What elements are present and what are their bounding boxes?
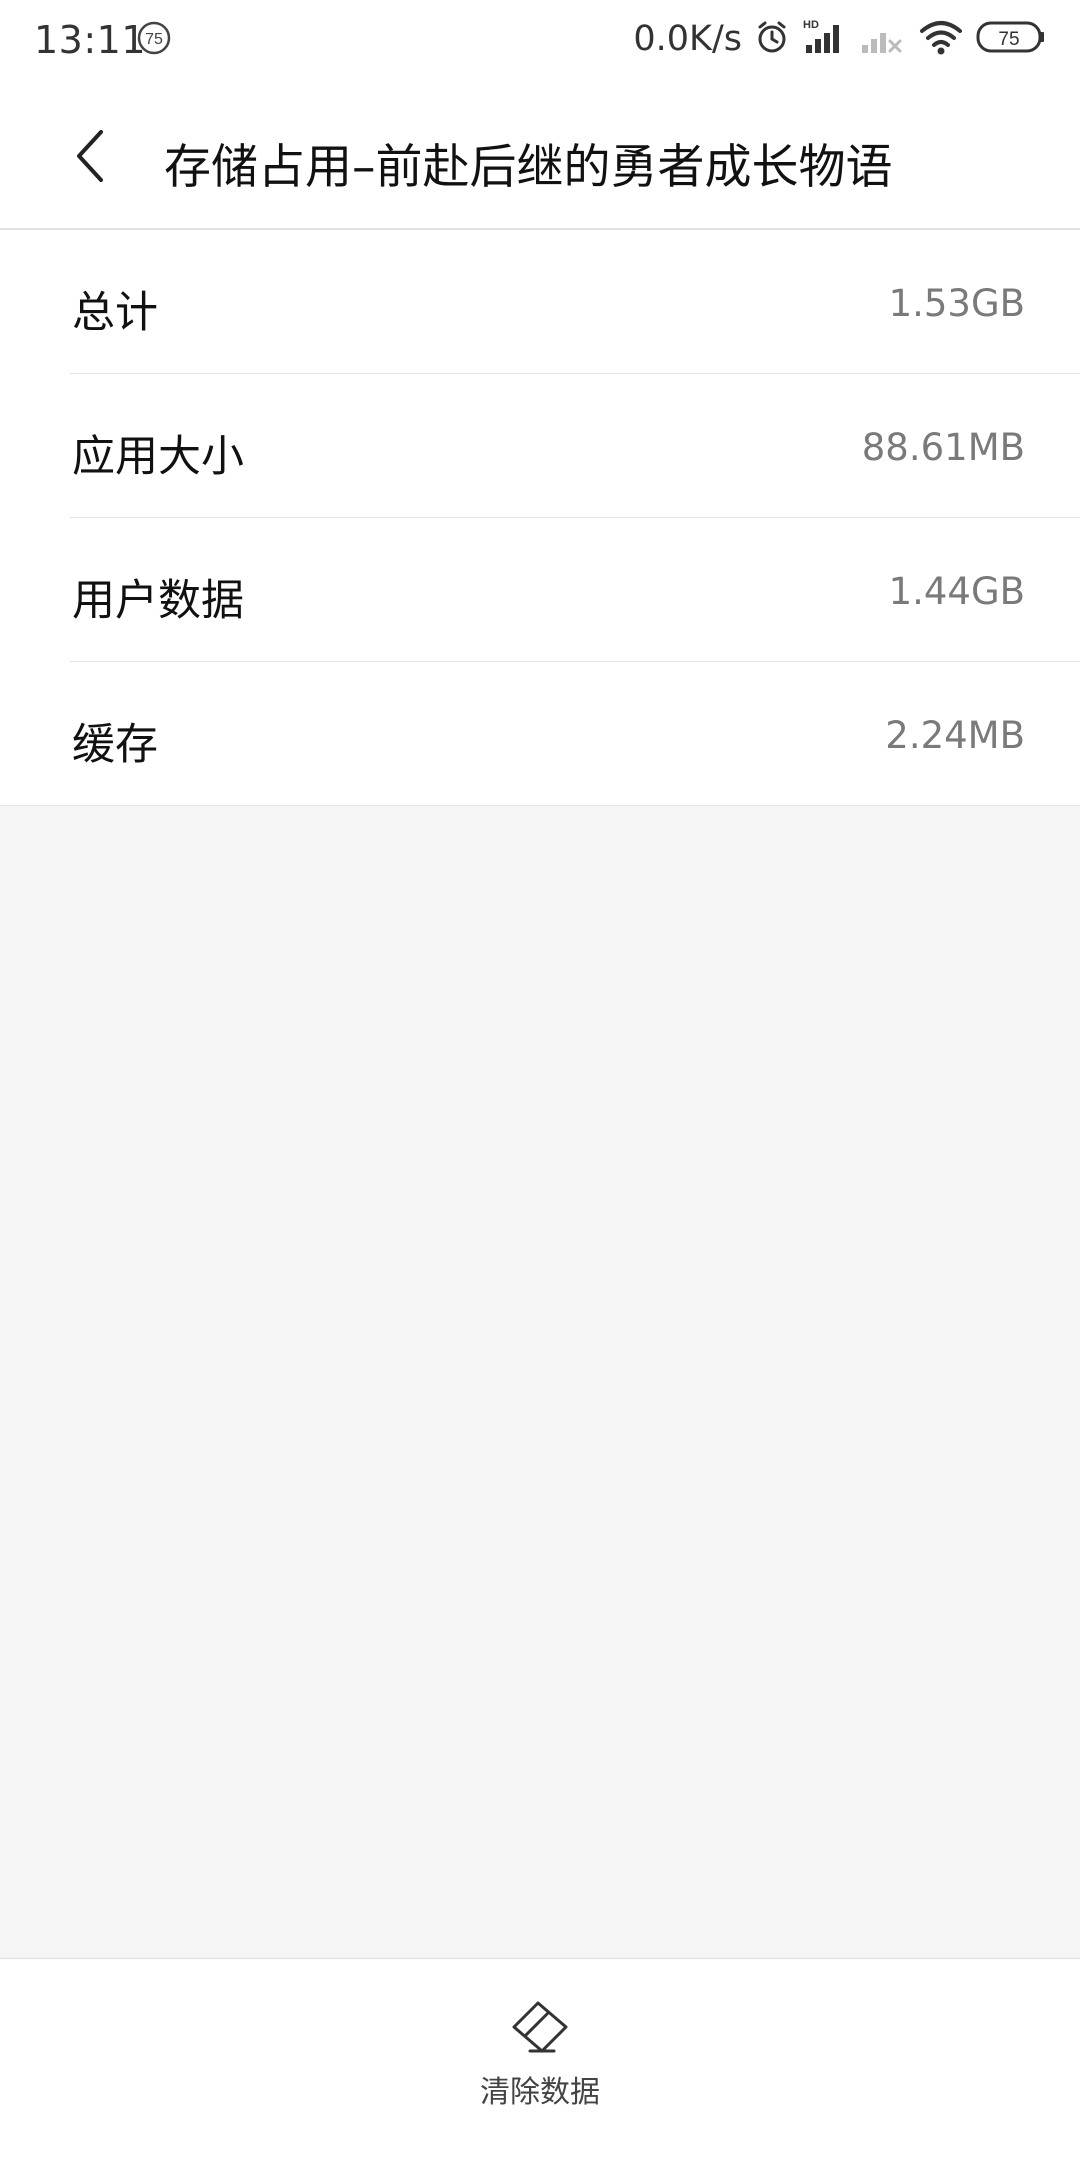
page-title: 存储占用–前赴后继的勇者成长物语 — [164, 140, 893, 195]
storage-row-label: 应用大小 — [72, 432, 244, 482]
storage-row-value: 1.53GB — [888, 282, 1025, 325]
notification-badge-count: 75 — [145, 31, 163, 48]
wifi-icon — [918, 17, 964, 61]
battery-level: 75 — [998, 29, 1019, 50]
storage-row-cache: 缓存 2.24MB — [0, 662, 1080, 806]
storage-row-value: 88.61MB — [861, 426, 1025, 469]
status-bar: 13:11 75 0.0K/s HD 75 — [0, 0, 1080, 80]
net-speed: 0.0K/s — [633, 19, 742, 59]
eraser-icon — [512, 2001, 568, 2053]
signal-hd-icon: HD — [802, 17, 848, 61]
clear-data-label: 清除数据 — [480, 2075, 600, 2110]
battery-icon: 75 — [976, 20, 1046, 58]
signal-no-service-icon — [860, 17, 906, 61]
back-button[interactable] — [56, 116, 126, 196]
title-bar: 存储占用–前赴后继的勇者成长物语 — [0, 80, 1080, 230]
storage-row-label: 缓存 — [72, 720, 158, 770]
signal-hd-label: HD — [803, 19, 819, 31]
storage-row-user-data: 用户数据 1.44GB — [0, 518, 1080, 662]
clear-data-button[interactable]: 清除数据 — [440, 1999, 640, 2119]
storage-row-total: 总计 1.53GB — [0, 230, 1080, 374]
chevron-left-icon — [77, 130, 103, 182]
bottom-action-bar: 清除数据 — [0, 1958, 1080, 2160]
storage-row-label: 总计 — [72, 288, 158, 338]
storage-row-value: 1.44GB — [888, 570, 1025, 613]
alarm-icon — [754, 19, 790, 59]
status-time: 13:11 — [34, 18, 147, 62]
storage-row-app-size: 应用大小 88.61MB — [0, 374, 1080, 518]
storage-row-label: 用户数据 — [72, 576, 244, 626]
storage-row-value: 2.24MB — [885, 714, 1025, 757]
status-right-group: 0.0K/s HD 75 — [633, 14, 1046, 64]
notification-badge-icon: 75 — [136, 20, 172, 56]
storage-list: 总计 1.53GB 应用大小 88.61MB 用户数据 1.44GB 缓存 2.… — [0, 230, 1080, 806]
